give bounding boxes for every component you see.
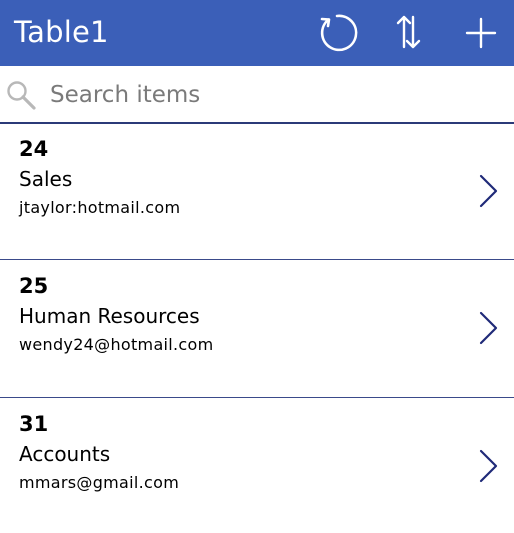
item-email: wendy24@hotmail.com [19,335,214,354]
item-id: 24 [19,137,49,161]
search-icon [7,81,36,110]
refresh-icon [320,14,358,52]
add-button[interactable] [459,11,503,55]
list-item[interactable]: 24 Sales jtaylor:hotmail.com [0,124,514,260]
search-input[interactable] [50,76,500,114]
item-department: Human Resources [19,304,200,328]
refresh-button[interactable] [315,11,359,55]
list-item[interactable]: 25 Human Resources wendy24@hotmail.com [0,261,514,397]
row-divider [0,259,514,260]
item-id: 31 [19,412,49,436]
sort-icon [396,15,421,49]
item-department: Sales [19,167,73,191]
list-item[interactable]: 31 Accounts mmars@gmail.com [0,399,514,533]
item-email: jtaylor:hotmail.com [19,198,181,217]
items-gallery: 24 Sales jtaylor:hotmail.com 25 Human Re… [0,124,514,533]
search-bar [0,66,514,123]
chevron-right-icon[interactable] [474,171,502,211]
item-department: Accounts [19,442,111,466]
add-icon [465,17,497,49]
item-id: 25 [19,274,49,298]
header-bar: Table1 [0,0,514,66]
sort-button[interactable] [387,11,431,55]
chevron-right-icon[interactable] [474,446,502,486]
row-divider [0,397,514,398]
app-screen: Table1 24 Sales [0,0,514,533]
item-email: mmars@gmail.com [19,473,180,492]
chevron-right-icon[interactable] [474,308,502,348]
screen-title: Table1 [14,15,109,49]
